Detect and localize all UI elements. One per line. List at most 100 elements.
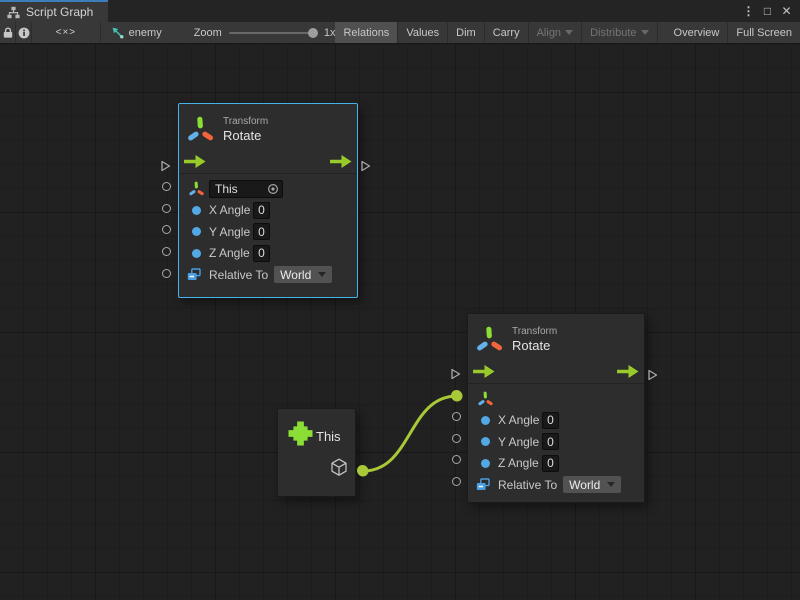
transform-mini-icon [478, 391, 493, 407]
flow-out-port[interactable] [647, 369, 658, 381]
node-category: Transform [223, 115, 268, 128]
tab-script-graph[interactable]: Script Graph [0, 0, 108, 22]
x-angle-label: X Angle [209, 203, 253, 217]
graph-asset-button[interactable]: enemy [101, 22, 172, 43]
flow-output-arrow-icon[interactable] [330, 155, 352, 168]
node-title: Rotate [223, 128, 268, 144]
relative-to-port[interactable] [162, 269, 171, 278]
x-angle-label: X Angle [498, 413, 542, 427]
code-view-button[interactable]: <×> [32, 22, 101, 43]
relative-to-row: Relative To World [468, 474, 644, 496]
graph-name-label: enemy [129, 27, 162, 39]
self-input-port-connected[interactable] [451, 390, 462, 401]
value-port-icon [481, 459, 490, 468]
x-angle-port[interactable] [162, 204, 171, 213]
script-graph-window: Script Graph ⋮ □ ✕ [0, 0, 800, 600]
this-icon [287, 420, 314, 447]
relative-to-dropdown[interactable]: World [563, 476, 621, 493]
x-angle-input[interactable]: 0 [542, 412, 559, 429]
rotate-node-top[interactable]: Transform Rotate [178, 103, 358, 298]
info-button[interactable] [16, 22, 32, 43]
distribute-dropdown-button[interactable]: Distribute [582, 22, 657, 43]
x-angle-port[interactable] [452, 412, 461, 421]
window-maximize-icon[interactable]: □ [759, 2, 776, 20]
y-angle-input[interactable]: 0 [253, 223, 270, 240]
zoom-slider-handle[interactable] [308, 28, 318, 38]
self-input-row: This [179, 178, 357, 200]
relations-button[interactable]: Relations [335, 22, 398, 43]
lock-icon [2, 27, 14, 39]
z-angle-row: Z Angle 0 [468, 453, 644, 475]
x-angle-input[interactable]: 0 [253, 202, 270, 219]
value-port-icon [192, 206, 201, 215]
connection-wire [0, 44, 800, 600]
node-header: Transform Rotate [179, 104, 357, 150]
z-angle-input[interactable]: 0 [253, 245, 270, 262]
graph-hierarchy-icon [7, 6, 20, 19]
carry-button[interactable]: Carry [485, 22, 529, 43]
y-angle-row: Y Angle 0 [468, 431, 644, 453]
x-angle-row: X Angle 0 [179, 200, 357, 222]
flow-in-port[interactable] [450, 368, 461, 380]
node-header: Transform Rotate [468, 314, 644, 360]
transform-icon [187, 115, 214, 144]
flow-input-arrow-icon[interactable] [473, 365, 495, 378]
z-angle-input[interactable]: 0 [542, 455, 559, 472]
zoom-label: Zoom [194, 27, 222, 39]
this-output-port[interactable] [357, 465, 368, 476]
enum-type-icon [187, 268, 201, 281]
chevron-down-icon [607, 482, 615, 487]
relative-to-label: Relative To [209, 268, 268, 282]
z-angle-row: Z Angle 0 [179, 243, 357, 265]
self-field-value: This [215, 182, 238, 196]
chevron-down-icon [565, 30, 573, 35]
z-angle-port[interactable] [452, 455, 461, 464]
window-close-icon[interactable]: ✕ [778, 2, 795, 20]
chevron-down-icon [318, 272, 326, 277]
relative-to-row: Relative To World [179, 264, 357, 286]
relative-to-port[interactable] [452, 477, 461, 486]
y-angle-label: Y Angle [498, 435, 542, 449]
value-port-icon [481, 437, 490, 446]
zoom-value: 1x [324, 27, 336, 39]
object-picker-icon[interactable] [267, 183, 279, 195]
z-angle-label: Z Angle [209, 246, 253, 260]
y-angle-port[interactable] [452, 434, 461, 443]
y-angle-input[interactable]: 0 [542, 433, 559, 450]
info-icon [18, 27, 30, 39]
flow-in-port[interactable] [160, 160, 171, 172]
self-object-field[interactable]: This [209, 180, 283, 198]
flow-out-port[interactable] [360, 160, 371, 172]
dim-button[interactable]: Dim [448, 22, 485, 43]
script-graph-asset-icon [111, 26, 124, 39]
zoom-control: Zoom 1x [194, 22, 336, 43]
zoom-slider[interactable] [229, 32, 317, 34]
value-port-icon [192, 227, 201, 236]
window-menu-icon[interactable]: ⋮ [740, 2, 757, 20]
this-node[interactable]: This [277, 408, 356, 497]
rotate-node-bottom[interactable]: Transform Rotate [467, 313, 645, 503]
relative-to-dropdown[interactable]: World [274, 266, 332, 283]
tab-strip-empty [108, 0, 740, 22]
tab-title: Script Graph [26, 5, 93, 19]
fullscreen-button[interactable]: Full Screen [728, 22, 800, 43]
distribute-label: Distribute [590, 27, 636, 39]
node-title: Rotate [512, 338, 557, 354]
tab-bar: Script Graph ⋮ □ ✕ [0, 0, 800, 22]
graph-canvas[interactable]: Transform Rotate [0, 44, 800, 600]
z-angle-port[interactable] [162, 247, 171, 256]
flow-input-arrow-icon[interactable] [184, 155, 206, 168]
z-angle-label: Z Angle [498, 456, 542, 470]
overview-button[interactable]: Overview [666, 22, 729, 43]
y-angle-port[interactable] [162, 225, 171, 234]
align-dropdown-button[interactable]: Align [529, 22, 582, 43]
lock-button[interactable] [0, 22, 16, 43]
y-angle-row: Y Angle 0 [179, 221, 357, 243]
y-angle-label: Y Angle [209, 225, 253, 239]
values-button[interactable]: Values [398, 22, 448, 43]
node-category: Transform [512, 325, 557, 338]
self-input-row [468, 388, 644, 410]
flow-output-arrow-icon[interactable] [617, 365, 639, 378]
graph-toolbar: <×> enemy Zoom 1x Relations Values Dim C… [0, 22, 800, 44]
self-input-port[interactable] [162, 182, 171, 191]
